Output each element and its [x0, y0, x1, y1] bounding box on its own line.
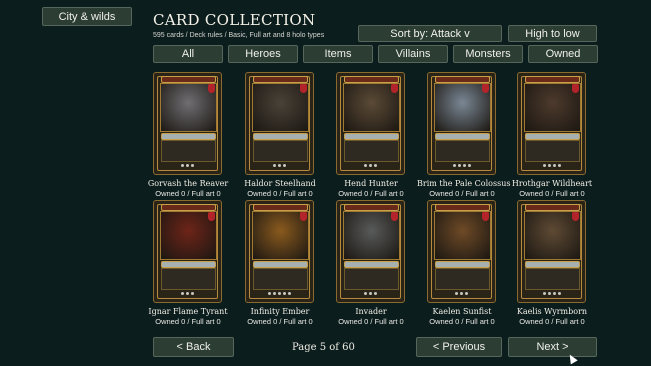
- collection-summary: 595 cards / Deck rules / Basic, Full art…: [153, 32, 325, 39]
- card-owned-count: Owned 0 / Full art 0: [519, 189, 585, 198]
- card-owned-count: Owned 0 / Full art 0: [155, 317, 221, 326]
- card-name: Invader: [355, 307, 387, 316]
- card-name: Ignar Flame Tyrant: [148, 307, 228, 316]
- city-and-wilds-button[interactable]: City & wilds: [42, 7, 132, 26]
- card-frame: [153, 72, 222, 175]
- page-title: CARD COLLECTION: [153, 11, 316, 29]
- card-frame: [517, 200, 586, 303]
- card-frame: [336, 72, 405, 175]
- sort-order-button[interactable]: High to low: [508, 25, 597, 42]
- tab-all[interactable]: All: [153, 45, 223, 63]
- card-frame: [336, 200, 405, 303]
- card-owned-count: Owned 0 / Full art 0: [247, 317, 313, 326]
- tab-villains[interactable]: Villains: [378, 45, 448, 63]
- card-frame: [245, 200, 314, 303]
- card-grid: Gorvash the Reaver Owned 0 / Full art 0 …: [148, 72, 598, 328]
- tab-items[interactable]: Items: [303, 45, 373, 63]
- card-frame: [427, 72, 496, 175]
- card-owned-count: Owned 0 / Full art 0: [429, 189, 495, 198]
- card-owned-count: Owned 0 / Full art 0: [155, 189, 221, 198]
- card-owned-count: Owned 0 / Full art 0: [338, 189, 404, 198]
- tab-monsters[interactable]: Monsters: [453, 45, 523, 63]
- next-page-button[interactable]: Next >: [508, 337, 597, 357]
- card-name: Hend Hunter: [344, 179, 398, 188]
- tab-heroes[interactable]: Heroes: [228, 45, 298, 63]
- back-button[interactable]: < Back: [153, 337, 234, 357]
- card-owned-count: Owned 0 / Full art 0: [429, 317, 495, 326]
- card-name: Hrothgar Wildheart: [511, 179, 593, 188]
- card-name: Kaelen Sunfist: [432, 307, 492, 316]
- card-frame: [427, 200, 496, 303]
- card-name: Brim the Pale Colossus: [417, 179, 511, 188]
- card-frame: [153, 200, 222, 303]
- card-frame: [245, 72, 314, 175]
- previous-page-button[interactable]: < Previous: [416, 337, 502, 357]
- card-owned-count: Owned 0 / Full art 0: [338, 317, 404, 326]
- tab-owned[interactable]: Owned: [528, 45, 598, 63]
- card-owned-count: Owned 0 / Full art 0: [519, 317, 585, 326]
- card-frame: [517, 72, 586, 175]
- page-indicator: Page 5 of 60: [292, 342, 355, 353]
- card-name: Gorvash the Reaver: [147, 179, 229, 188]
- card-name: Haldor Steelhand: [244, 179, 316, 188]
- card-name: Infinity Ember: [250, 307, 310, 316]
- sort-dropdown[interactable]: Sort by: Attack v: [358, 25, 502, 42]
- card-owned-count: Owned 0 / Full art 0: [247, 189, 313, 198]
- card-name: Kaelis Wyrmborn: [516, 307, 588, 316]
